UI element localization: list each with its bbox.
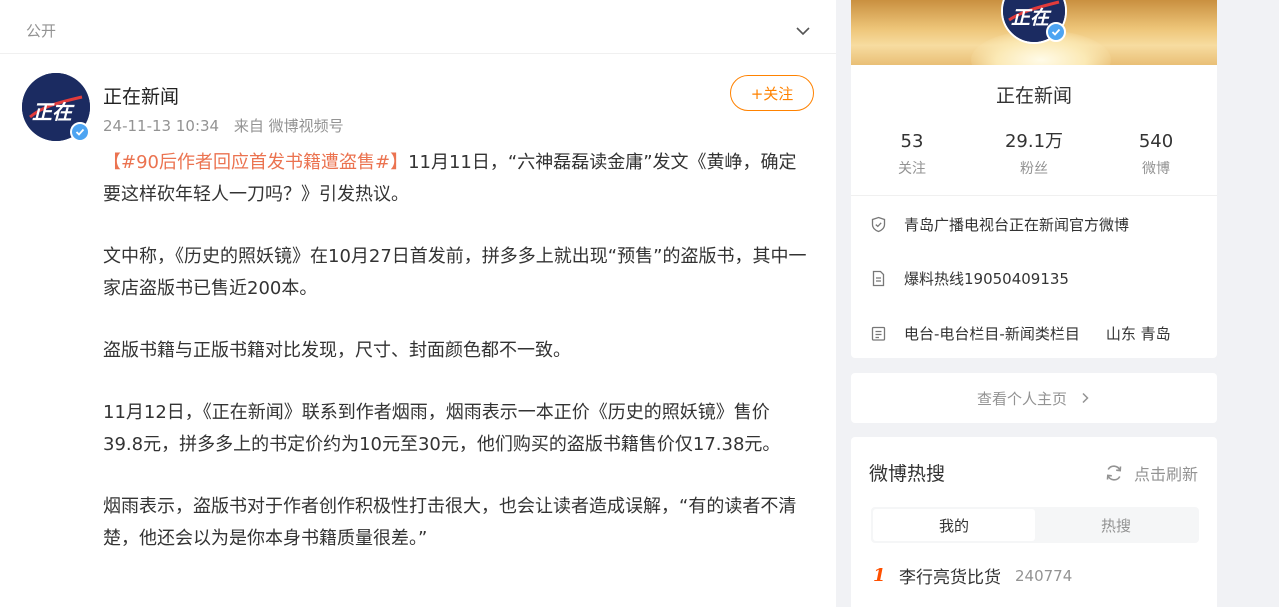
category-icon (870, 325, 887, 342)
author-name[interactable]: 正在新闻 (103, 82, 179, 109)
info-text: 青岛广播电视台正在新闻官方微博 (904, 215, 1130, 234)
weibo-post-card: 公开 正在 正在新闻 24-11-13 10:34 来自 微博视频号 +关注 【… (0, 0, 836, 607)
info-text: 爆料热线19050409135 (904, 269, 1069, 288)
info-row-verification: 青岛广播电视台正在新闻官方微博 (870, 212, 1200, 236)
info-location: 山东 青岛 (1105, 324, 1171, 343)
chevron-down-icon[interactable] (796, 24, 810, 38)
refresh-button[interactable]: 点击刷新 (1104, 461, 1198, 485)
visibility-bar[interactable]: 公开 (0, 8, 836, 54)
stat-label: 关注 (898, 161, 926, 177)
profile-stats: 53 关注 29.1万 粉丝 540 微博 (851, 131, 1217, 183)
post-header: 正在 正在新闻 24-11-13 10:34 来自 微博视频号 +关注 (22, 73, 814, 145)
document-icon (870, 270, 887, 287)
view-homepage-label: 查看个人主页 (976, 389, 1067, 408)
profile-card: 正在 正在新闻 53 关注 29.1万 粉丝 540 微博 青岛广播电视台正在新… (851, 0, 1217, 358)
visibility-label: 公开 (26, 22, 57, 40)
post-meta: 24-11-13 10:34 来自 微博视频号 (103, 115, 354, 136)
profile-name[interactable]: 正在新闻 (851, 81, 1217, 108)
post-paragraph: 文中称，《历史的照妖镜》在10月27日首发前，拼多多上就出现“预售”的盗版书，其… (103, 246, 807, 299)
stat-label: 微博 (1142, 161, 1170, 177)
verified-badge-icon (70, 122, 90, 142)
chevron-right-icon (1082, 392, 1089, 404)
divider (851, 195, 1217, 196)
post-paragraph: 烟雨表示，盗版书对于作者创作积极性打击很大，也会让读者造成误解，“有的读者不清楚… (103, 496, 797, 549)
hot-count: 240774 (1015, 566, 1073, 585)
refresh-icon (1106, 465, 1122, 481)
post-source: 来自 微博视频号 (233, 117, 344, 135)
hot-search-item[interactable]: 1 李行亮货比货 240774 (873, 563, 1072, 588)
stat-number: 29.1万 (1004, 131, 1064, 152)
info-row-category: 电台-电台栏目-新闻类栏目 山东 青岛 (870, 321, 1200, 345)
post-timestamp[interactable]: 24-11-13 10:34 (103, 117, 219, 135)
tab-hot[interactable]: 热搜 (1035, 509, 1197, 541)
avatar-logo-text: 正在 (32, 100, 75, 124)
hashtag-link[interactable]: 【#90后作者回应首发书籍遭盗售#】 (103, 152, 408, 173)
stat-posts[interactable]: 540 微博 (1095, 131, 1217, 183)
post-content: 【#90后作者回应首发书籍遭盗售#】11月11日，“六神磊磊读金庸”发文《黄峥，… (103, 147, 808, 585)
hot-search-tabs: 我的 热搜 (871, 507, 1199, 543)
info-text: 电台-电台栏目-新闻类栏目 (904, 324, 1080, 343)
hot-rank: 1 (873, 565, 886, 586)
hot-word: 李行亮货比货 (899, 568, 1001, 588)
stat-following[interactable]: 53 关注 (851, 131, 973, 183)
view-homepage-button[interactable]: 查看个人主页 (851, 373, 1217, 423)
verified-badge-icon (1046, 22, 1066, 42)
stat-number: 540 (1138, 131, 1174, 152)
avatar-logo-text: 正在 (1011, 7, 1052, 29)
stat-followers[interactable]: 29.1万 粉丝 (973, 131, 1095, 183)
verified-shield-icon (870, 216, 887, 233)
tab-mine[interactable]: 我的 (873, 509, 1035, 541)
stat-number: 53 (900, 131, 924, 152)
refresh-label: 点击刷新 (1133, 465, 1198, 484)
post-paragraph: 【#90后作者回应首发书籍遭盗售#】11月11日，“六神磊磊读金庸”发文《黄峥，… (103, 147, 808, 211)
info-row-hotline: 爆料热线19050409135 (870, 266, 1200, 290)
follow-button[interactable]: +关注 (730, 75, 814, 111)
hot-search-title: 微博热搜 (869, 463, 946, 485)
hot-search-card: 微博热搜 点击刷新 我的 热搜 1 李行亮货比货 240774 (851, 437, 1217, 607)
stat-label: 粉丝 (1020, 161, 1048, 177)
post-paragraph: 盗版书籍与正版书籍对比发现，尺寸、封面颜色都不一致。 (103, 340, 571, 361)
post-paragraph: 11月12日，《正在新闻》联系到作者烟雨，烟雨表示一本正价《历史的照妖镜》售价3… (103, 402, 781, 455)
